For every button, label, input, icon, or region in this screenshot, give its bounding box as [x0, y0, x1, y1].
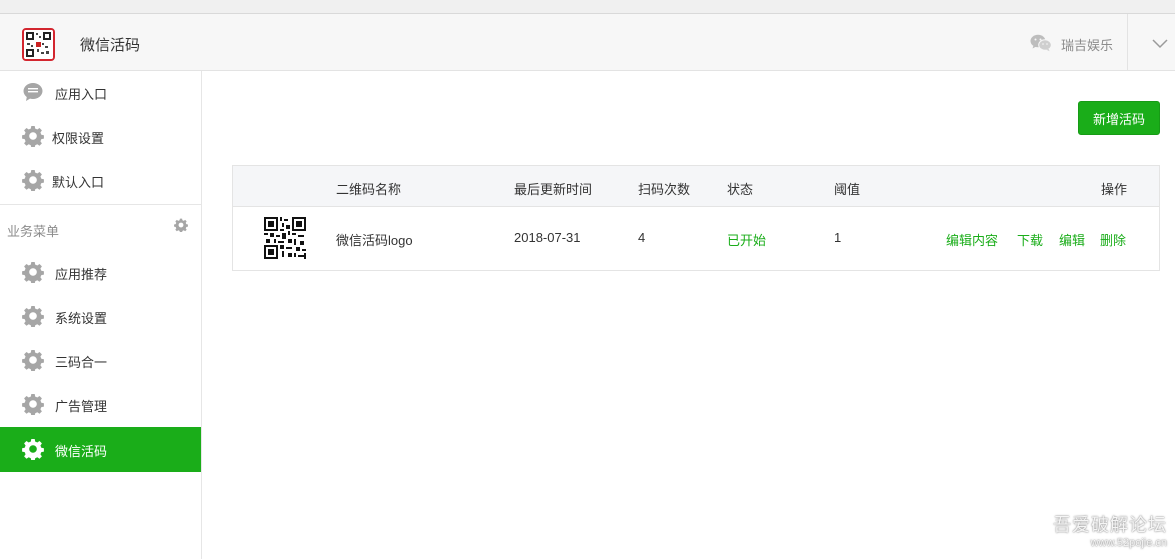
- table-row: 微信活码logo 2018-07-31 4 已开始 1 编辑内容 下载 编辑 删…: [233, 207, 1159, 270]
- sidebar-item-label: 默认入口: [52, 175, 105, 190]
- chevron-down-icon[interactable]: [1151, 36, 1169, 50]
- wechat-icon: [1030, 34, 1052, 55]
- sidebar-divider: [0, 204, 201, 205]
- chat-bubble-icon: [22, 81, 44, 103]
- browser-top-strip: [0, 0, 1175, 14]
- gear-icon: [22, 438, 44, 461]
- sidebar-item-app-entry[interactable]: 应用入口: [0, 71, 201, 113]
- sidebar-item-three-in-one[interactable]: 三码合一: [0, 339, 201, 381]
- sidebar-item-label: 三码合一: [55, 355, 108, 370]
- qr-logo-icon: [24, 30, 53, 59]
- sidebar-section-title: 业务菜单: [7, 224, 60, 239]
- gear-icon: [22, 169, 44, 192]
- app-logo[interactable]: [22, 28, 55, 61]
- column-header-actions: 操作: [1101, 182, 1128, 197]
- sidebar-item-permissions[interactable]: 权限设置: [0, 115, 201, 157]
- table-header: 二维码名称 最后更新时间 扫码次数 状态 阈值 操作: [233, 166, 1159, 207]
- download-link[interactable]: 下载: [1017, 230, 1043, 249]
- sidebar-item-label: 权限设置: [52, 131, 105, 146]
- cell-updated: 2018-07-31: [514, 230, 581, 245]
- gear-icon: [22, 393, 44, 416]
- column-header-scans: 扫码次数: [638, 182, 691, 197]
- edit-content-link[interactable]: 编辑内容: [946, 230, 998, 249]
- main-content: 新增活码 二维码名称 最后更新时间 扫码次数 状态 阈值 操作 微信活码logo…: [202, 71, 1175, 559]
- app-title: 微信活码: [80, 37, 141, 54]
- sidebar-item-app-recommend[interactable]: 应用推荐: [0, 251, 201, 293]
- livecode-table: 二维码名称 最后更新时间 扫码次数 状态 阈值 操作 微信活码logo 2018…: [232, 165, 1160, 271]
- sidebar-item-label: 应用入口: [55, 87, 108, 102]
- edit-link[interactable]: 编辑: [1059, 230, 1085, 249]
- column-header-status: 状态: [727, 182, 754, 197]
- gear-icon: [22, 125, 44, 148]
- sidebar-item-system-settings[interactable]: 系统设置: [0, 295, 201, 337]
- watermark-url: www.52pojie.cn: [1090, 537, 1167, 549]
- sidebar-item-label: 应用推荐: [55, 267, 108, 282]
- gear-icon: [22, 261, 44, 284]
- app-header: 微信活码 瑞吉娱乐: [0, 14, 1175, 71]
- delete-link[interactable]: 删除: [1100, 230, 1126, 249]
- cell-name: 微信活码logo: [336, 233, 413, 248]
- column-header-threshold: 阈值: [834, 182, 861, 197]
- add-livecode-button[interactable]: 新增活码: [1078, 101, 1160, 135]
- account-menu[interactable]: 瑞吉娱乐: [1030, 34, 1113, 55]
- status-badge: 已开始: [727, 233, 767, 248]
- account-name: 瑞吉娱乐: [1060, 38, 1113, 53]
- sidebar-item-label: 系统设置: [55, 311, 108, 326]
- sidebar-item-ad-management[interactable]: 广告管理: [0, 383, 201, 425]
- cell-scans: 4: [638, 230, 646, 245]
- gear-icon: [22, 349, 44, 372]
- cell-threshold: 1: [834, 230, 842, 245]
- header-divider: [1127, 14, 1128, 71]
- sidebar-item-label: 微信活码: [55, 444, 108, 459]
- sidebar-item-default-entry[interactable]: 默认入口: [0, 159, 201, 201]
- section-settings-icon[interactable]: [174, 218, 188, 233]
- sidebar: 应用入口 权限设置 默认入口 业务菜单 应用推荐 系统设置 三码合一 广告管理 …: [0, 71, 202, 559]
- column-header-name: 二维码名称: [336, 182, 402, 197]
- sidebar-item-label: 广告管理: [55, 399, 108, 414]
- qr-code-thumbnail[interactable]: [264, 217, 306, 259]
- sidebar-item-wechat-livecode[interactable]: 微信活码: [0, 427, 201, 472]
- watermark-title: 吾爱破解论坛: [1053, 515, 1167, 535]
- column-header-updated: 最后更新时间: [514, 182, 593, 197]
- forum-watermark: 吾爱破解论坛 www.52pojie.cn: [1053, 511, 1167, 549]
- gear-icon: [22, 305, 44, 328]
